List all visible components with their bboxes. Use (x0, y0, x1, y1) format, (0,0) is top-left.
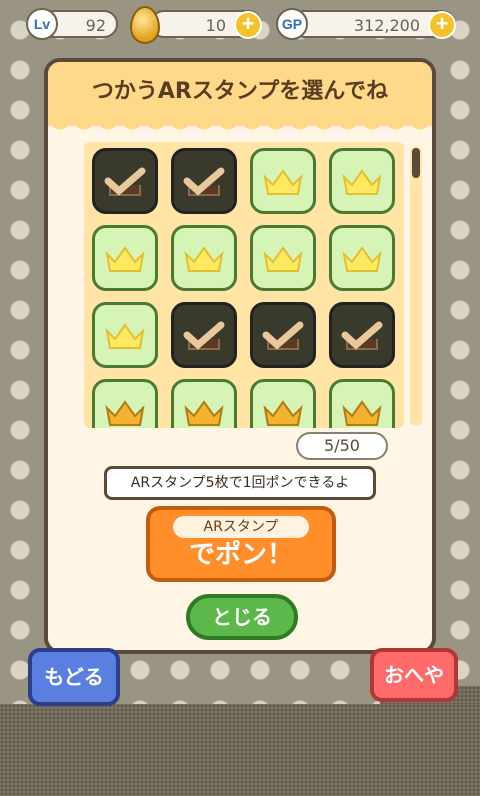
stamp-select-dialog: つかうARスタンプを選んでね 5/50 ARスタンプ5枚で1回ポンできるよ AR… (44, 58, 436, 654)
stamp-tile[interactable] (171, 148, 237, 214)
stamp-tile[interactable] (329, 302, 395, 368)
back-button[interactable]: もどる (28, 648, 120, 706)
check-icon (104, 167, 146, 196)
scrollbar-thumb[interactable] (412, 148, 420, 178)
crown-icon (263, 246, 303, 272)
crown-icon (263, 169, 303, 195)
crown-icon (105, 246, 145, 272)
gp-value: 312,200 (353, 16, 420, 35)
stamp-tile[interactable] (329, 148, 395, 214)
stamp-count: 5/50 (296, 432, 388, 460)
crown-icon (184, 246, 224, 272)
crown-icon (105, 323, 145, 349)
check-icon (262, 321, 304, 350)
stamp-tile[interactable] (92, 225, 158, 291)
gp-pill: 312,200 + (290, 10, 456, 39)
stamp-tile[interactable] (329, 379, 395, 428)
room-button[interactable]: おへや (370, 648, 458, 702)
crown-icon (263, 400, 303, 426)
stamp-tile[interactable] (171, 379, 237, 428)
pon-button-sublabel: ARスタンプ (173, 516, 309, 538)
level-badge-icon: Lv (26, 8, 58, 40)
eggs-pill: 10 + (150, 10, 262, 39)
gp-badge-icon: GP (276, 8, 308, 40)
close-button[interactable]: とじる (186, 594, 298, 640)
stamp-tile[interactable] (92, 148, 158, 214)
stamp-tile[interactable] (250, 302, 316, 368)
check-icon (183, 321, 225, 350)
stamp-tile[interactable] (92, 379, 158, 428)
dialog-title: つかうARスタンプを選んでね (48, 62, 432, 126)
stamp-grid[interactable] (84, 142, 404, 428)
pon-button[interactable]: ARスタンプ でポン！ (146, 506, 336, 582)
stamp-tile[interactable] (250, 379, 316, 428)
check-icon (341, 321, 383, 350)
status-bar: 92 Lv 10 + 312,200 + GP (0, 6, 480, 44)
crown-icon (342, 246, 382, 272)
stamp-tile[interactable] (250, 225, 316, 291)
stamp-tile[interactable] (329, 225, 395, 291)
add-gp-button[interactable]: + (428, 11, 456, 39)
crown-icon (342, 169, 382, 195)
level-value: 92 (85, 16, 106, 35)
crown-icon (105, 400, 145, 426)
stamp-tile[interactable] (92, 302, 158, 368)
eggs-value: 10 (205, 16, 226, 35)
golden-egg-icon (130, 6, 160, 44)
scallop-border (48, 118, 432, 134)
stamp-tile[interactable] (250, 148, 316, 214)
scrollbar[interactable] (410, 146, 422, 426)
ground (0, 704, 480, 796)
add-eggs-button[interactable]: + (234, 11, 262, 39)
check-icon (183, 167, 225, 196)
pon-button-label: でポン！ (188, 540, 293, 570)
crown-icon (342, 400, 382, 426)
hint-bubble: ARスタンプ5枚で1回ポンできるよ (104, 466, 376, 500)
stamp-tile[interactable] (171, 302, 237, 368)
crown-icon (184, 400, 224, 426)
stamp-tile[interactable] (171, 225, 237, 291)
